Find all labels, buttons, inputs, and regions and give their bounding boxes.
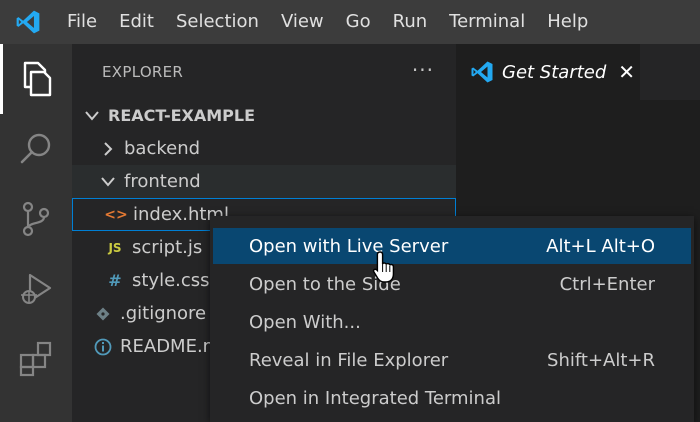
tree-folder-backend[interactable]: backend [72,132,456,165]
menu-item-label: Open With... [249,311,361,333]
info-file-icon [94,338,112,356]
menu-item-open-with[interactable]: Open With... [213,304,691,340]
menu-go[interactable]: Go [335,0,382,44]
menu-terminal[interactable]: Terminal [438,0,536,44]
tree-label: style.css [132,270,210,291]
tab-label: Get Started [502,61,607,83]
html-file-icon: <> [104,206,128,223]
menu-selection[interactable]: Selection [165,0,270,44]
menu-item-label: Reveal in File Explorer [249,349,449,371]
activity-source-control[interactable] [0,184,72,254]
menu-help[interactable]: Help [536,0,599,44]
more-actions-icon[interactable]: ··· [412,58,434,82]
menu-item-reveal-explorer[interactable]: Reveal in File Explorer Shift+Alt+R [213,342,691,378]
git-file-icon [94,307,112,321]
tree-label: .gitignore [120,303,207,324]
menu-item-shortcut: Ctrl+Enter [559,273,655,295]
menu-bar: File Edit Selection View Go Run Terminal… [0,0,700,44]
activity-bar [0,44,72,422]
menu-edit[interactable]: Edit [108,0,165,44]
explorer-icon [23,61,52,97]
hand-cursor-icon [372,251,395,283]
menu-item-label: Open with Live Server [249,235,449,257]
editor-link-fragment [694,356,700,396]
js-file-icon: JS [108,240,122,255]
activity-explorer[interactable] [0,44,72,114]
tab-get-started[interactable]: Get Started ✕ [456,44,640,100]
tree-folder-frontend[interactable]: frontend [72,165,456,198]
explorer-title: EXPLORER [102,63,184,81]
source-control-icon [22,201,50,237]
tree-label: frontend [124,171,201,192]
search-icon [20,133,51,164]
menu-item-open-live-server[interactable]: Open with Live Server Alt+L Alt+O [213,228,691,264]
context-menu: Open with Live Server Alt+L Alt+O Open t… [210,216,694,422]
run-debug-icon [21,273,52,304]
tree-root-react-example[interactable]: REACT-EXAMPLE [72,99,456,132]
menu-item-label: Open in Integrated Terminal [249,387,501,409]
menu-run[interactable]: Run [382,0,439,44]
extensions-icon [19,341,52,377]
close-icon[interactable]: ✕ [618,60,635,84]
editor-tab-bar: Get Started ✕ [456,44,700,100]
vscode-logo-icon [0,0,56,44]
css-file-icon: # [108,271,122,290]
menu-view[interactable]: View [270,0,335,44]
chevron-right-icon [98,141,118,156]
menu-item-open-terminal[interactable]: Open in Integrated Terminal [213,380,691,416]
menu-item-shortcut: Alt+L Alt+O [546,235,655,257]
tree-label: backend [124,138,201,159]
chevron-down-icon [98,176,118,187]
tree-label: script.js [132,237,203,258]
tree-label: REACT-EXAMPLE [108,106,255,125]
activity-run-debug[interactable] [0,254,72,324]
chevron-down-icon [82,110,102,121]
activity-search[interactable] [0,114,72,184]
menu-item-shortcut: Shift+Alt+R [547,349,655,371]
activity-extensions[interactable] [0,324,72,394]
vscode-tab-icon [471,61,493,83]
menu-file[interactable]: File [56,0,108,44]
menu-item-open-to-side[interactable]: Open to the Side Ctrl+Enter [213,266,691,302]
